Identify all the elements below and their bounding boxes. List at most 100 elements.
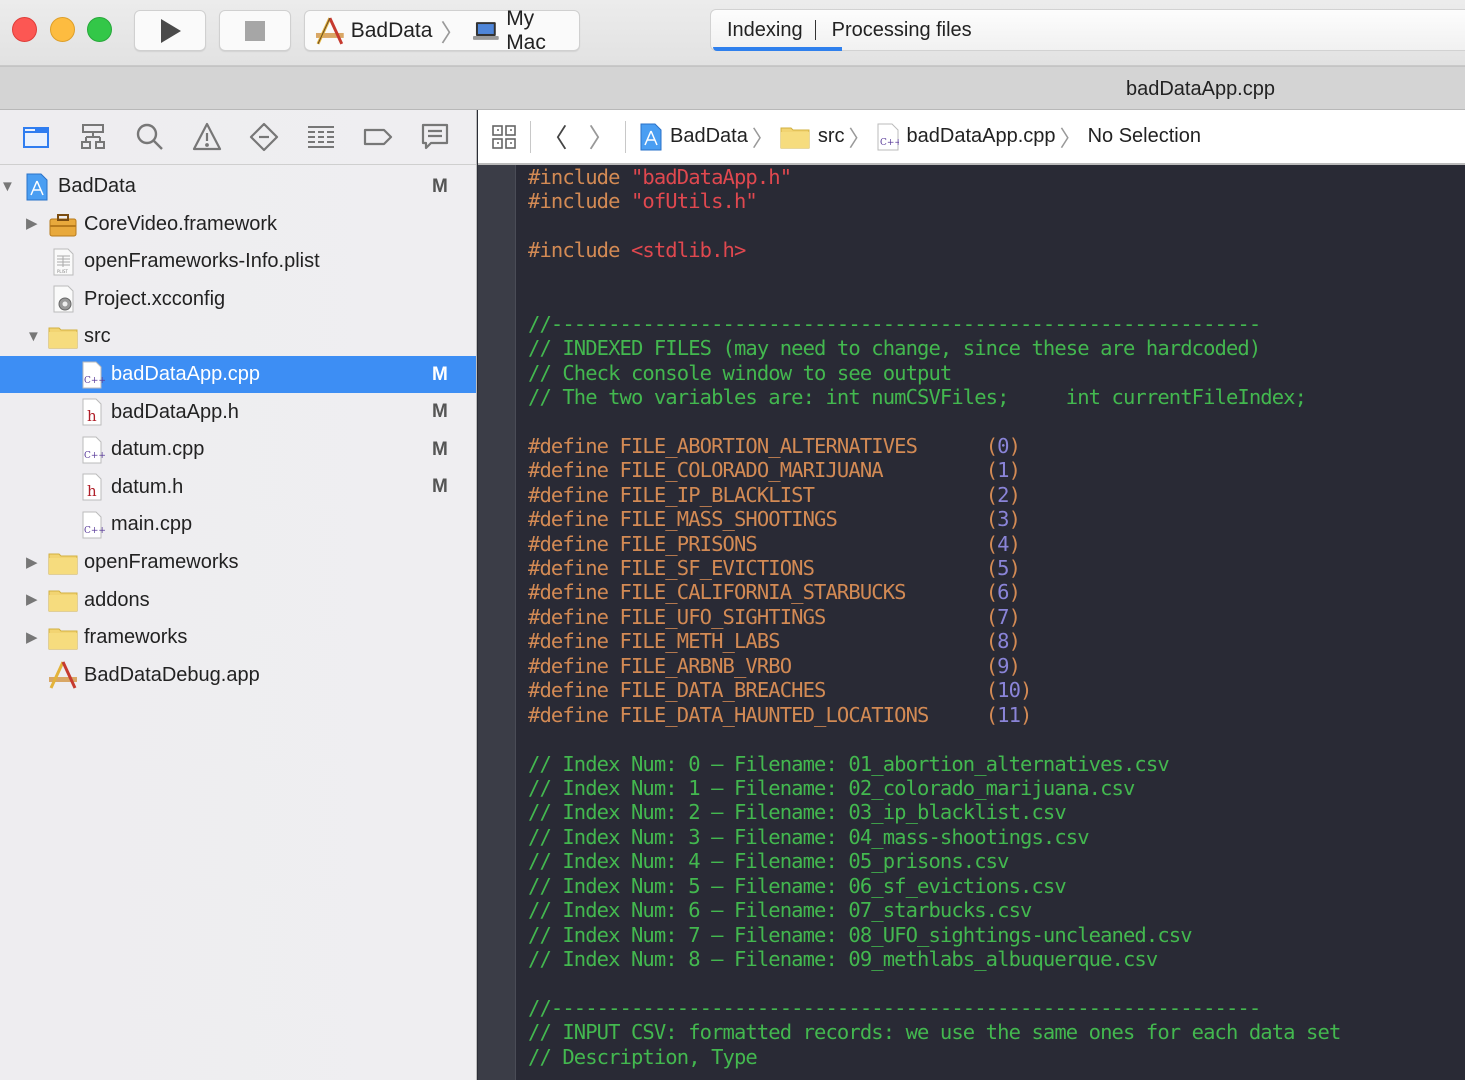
code-token: ( [985, 433, 998, 458]
stop-button[interactable] [219, 10, 291, 51]
code-token: // INPUT CSV: formatted records: we use … [528, 1020, 1341, 1045]
code-token: 5 [997, 556, 1009, 580]
tab-active-file[interactable]: badDataApp.cpp [478, 67, 1465, 111]
code-line: //--------------------------------------… [528, 996, 1340, 1020]
disclosure-closed-icon[interactable]: ▶ [26, 554, 42, 571]
chevron-right-icon: 〉 [440, 20, 465, 47]
file-tree-item[interactable]: ▶ openFrameworks [0, 544, 476, 581]
file-tree-item[interactable]: h badDataApp.h M [0, 394, 476, 431]
warning-icon [192, 122, 222, 151]
file-tree-item-label: datum.cpp [111, 438, 205, 461]
code-token: ( [985, 702, 998, 727]
forward-button[interactable]: 〉 [578, 118, 625, 155]
source-control-status-badge: M [432, 476, 448, 498]
file-tree-item[interactable]: ▶ addons [0, 582, 476, 619]
disclosure-open-icon[interactable]: ▼ [26, 328, 42, 345]
code-token: // INDEXED FILES (may need to change, si… [528, 336, 1261, 361]
code-token: 0 [997, 433, 1009, 458]
scheme-selector[interactable]: BadData 〉 My Mac [304, 7, 580, 54]
code-line: #define FILE_UFO_SIGHTINGS (7) [528, 605, 1340, 629]
file-tree-item[interactable]: PLIST openFrameworks-Info.plist [0, 243, 476, 280]
disclosure-closed-icon[interactable]: ▶ [26, 216, 42, 232]
laptop-icon [473, 21, 500, 40]
file-tree-item[interactable]: C++ badDataApp.cpp M [0, 356, 476, 393]
file-tree-item-label: BadData [58, 175, 136, 197]
breakpoint-navigator-tab[interactable] [362, 117, 419, 157]
breadcrumb-symbol[interactable]: No Selection [1088, 125, 1201, 148]
symbol-navigator-tab[interactable] [77, 117, 134, 157]
tab-bar: badDataApp.cpp [0, 66, 1465, 110]
code-token: // Description, Type [528, 1044, 758, 1069]
breadcrumb-file[interactable]: C++ badDataApp.cpp [877, 123, 1056, 151]
test-navigator-tab[interactable] [248, 117, 305, 157]
code-token: #define FILE_DATA_BREACHES [528, 678, 986, 703]
debug-navigator-tab[interactable] [305, 117, 362, 157]
code-line: #define FILE_DATA_BREACHES (10) [528, 678, 1340, 702]
source-control-status-badge: M [432, 438, 448, 460]
code-token: #include [528, 238, 631, 263]
svg-text:PLIST: PLIST [57, 269, 68, 274]
source-editor[interactable]: #include "badDataApp.h" #include "ofUtils… [478, 165, 1465, 1080]
breadcrumb-label: src [817, 125, 845, 147]
disclosure-closed-icon[interactable]: ▶ [26, 629, 42, 646]
file-tree-item[interactable]: Project.xcconfig [0, 281, 476, 318]
source-control-status-badge: M [432, 363, 448, 385]
comment-icon [421, 123, 449, 150]
code-line: // The two variables are: int numCSVFile… [528, 385, 1340, 409]
code-token: #define FILE_METH_LABS [528, 629, 986, 654]
zoom-window-button[interactable] [87, 17, 112, 42]
code-token: ) [1008, 482, 1021, 507]
source-control-status-badge: M [432, 175, 448, 197]
code-token: "ofUtils.h" [630, 189, 758, 214]
related-items-button[interactable] [478, 124, 530, 150]
code-token: //--------------------------------------… [528, 311, 1261, 336]
file-tree-item-label: badDataApp.h [111, 400, 239, 423]
file-tree-item[interactable]: BadDataDebug.app [0, 657, 476, 694]
file-tree-item[interactable]: ▼ src [0, 318, 476, 355]
project-icon [640, 123, 662, 150]
minimize-window-button[interactable] [50, 17, 75, 42]
file-tree-item[interactable]: ▶ CoreVideo.framework [0, 206, 476, 243]
code-token: ) [1008, 580, 1021, 605]
breadcrumb-project[interactable]: BadData [640, 123, 748, 151]
file-tree-item[interactable]: C++ main.cpp [0, 506, 476, 543]
file-tree-item-label: main.cpp [111, 513, 193, 536]
code-line: // Index Num: 6 – Filename: 07_starbucks… [528, 898, 1340, 922]
header-file-icon: h [77, 472, 107, 502]
code-token: ) [1008, 531, 1021, 556]
disclosure-open-icon[interactable]: ▼ [0, 178, 16, 195]
code-token: ) [1020, 702, 1032, 727]
find-navigator-tab[interactable] [134, 117, 191, 157]
activity-viewer[interactable]: Indexing Processing files [710, 9, 1465, 51]
code-token: ( [985, 678, 998, 703]
activity-status: Indexing [711, 20, 816, 40]
code-text[interactable]: #include "badDataApp.h" #include "ofUtils… [528, 165, 1341, 1069]
code-line: #define FILE_IP_BLACKLIST (2) [528, 483, 1340, 507]
code-line: // Check console window to see output [528, 361, 1340, 385]
report-navigator-tab[interactable] [419, 117, 476, 157]
code-token: ) [1008, 629, 1021, 654]
tag-icon [363, 128, 393, 146]
disclosure-closed-icon[interactable]: ▶ [26, 592, 42, 608]
run-button[interactable] [134, 10, 206, 51]
list-icon [308, 126, 334, 148]
folder-icon [48, 322, 78, 352]
code-token: 3 [997, 507, 1009, 532]
scheme-target: BadData [350, 18, 433, 42]
file-tree-item[interactable]: ▶ frameworks [0, 619, 476, 656]
project-navigator-tab[interactable] [20, 117, 77, 157]
code-token: <stdlib.h> [630, 238, 746, 263]
back-button[interactable]: 〈 [531, 118, 578, 155]
issue-navigator-tab[interactable] [191, 117, 248, 157]
code-token: #define FILE_CALIFORNIA_STARBUCKS [528, 580, 986, 605]
breadcrumb-folder[interactable]: src [780, 125, 845, 149]
cpp-file-icon: C++ [877, 123, 899, 150]
scheme-device: My Mac [506, 6, 546, 54]
code-token: // Index Num: 4 – Filename: 05_prisons.c… [528, 849, 1009, 874]
code-token: // Index Num: 6 – Filename: 07_starbucks… [528, 898, 1032, 923]
file-tree-item[interactable]: h datum.h M [0, 469, 476, 506]
close-window-button[interactable] [12, 17, 37, 42]
file-tree-item[interactable]: ▼ BadData M [0, 168, 476, 205]
file-tree-item[interactable]: C++ datum.cpp M [0, 431, 476, 468]
